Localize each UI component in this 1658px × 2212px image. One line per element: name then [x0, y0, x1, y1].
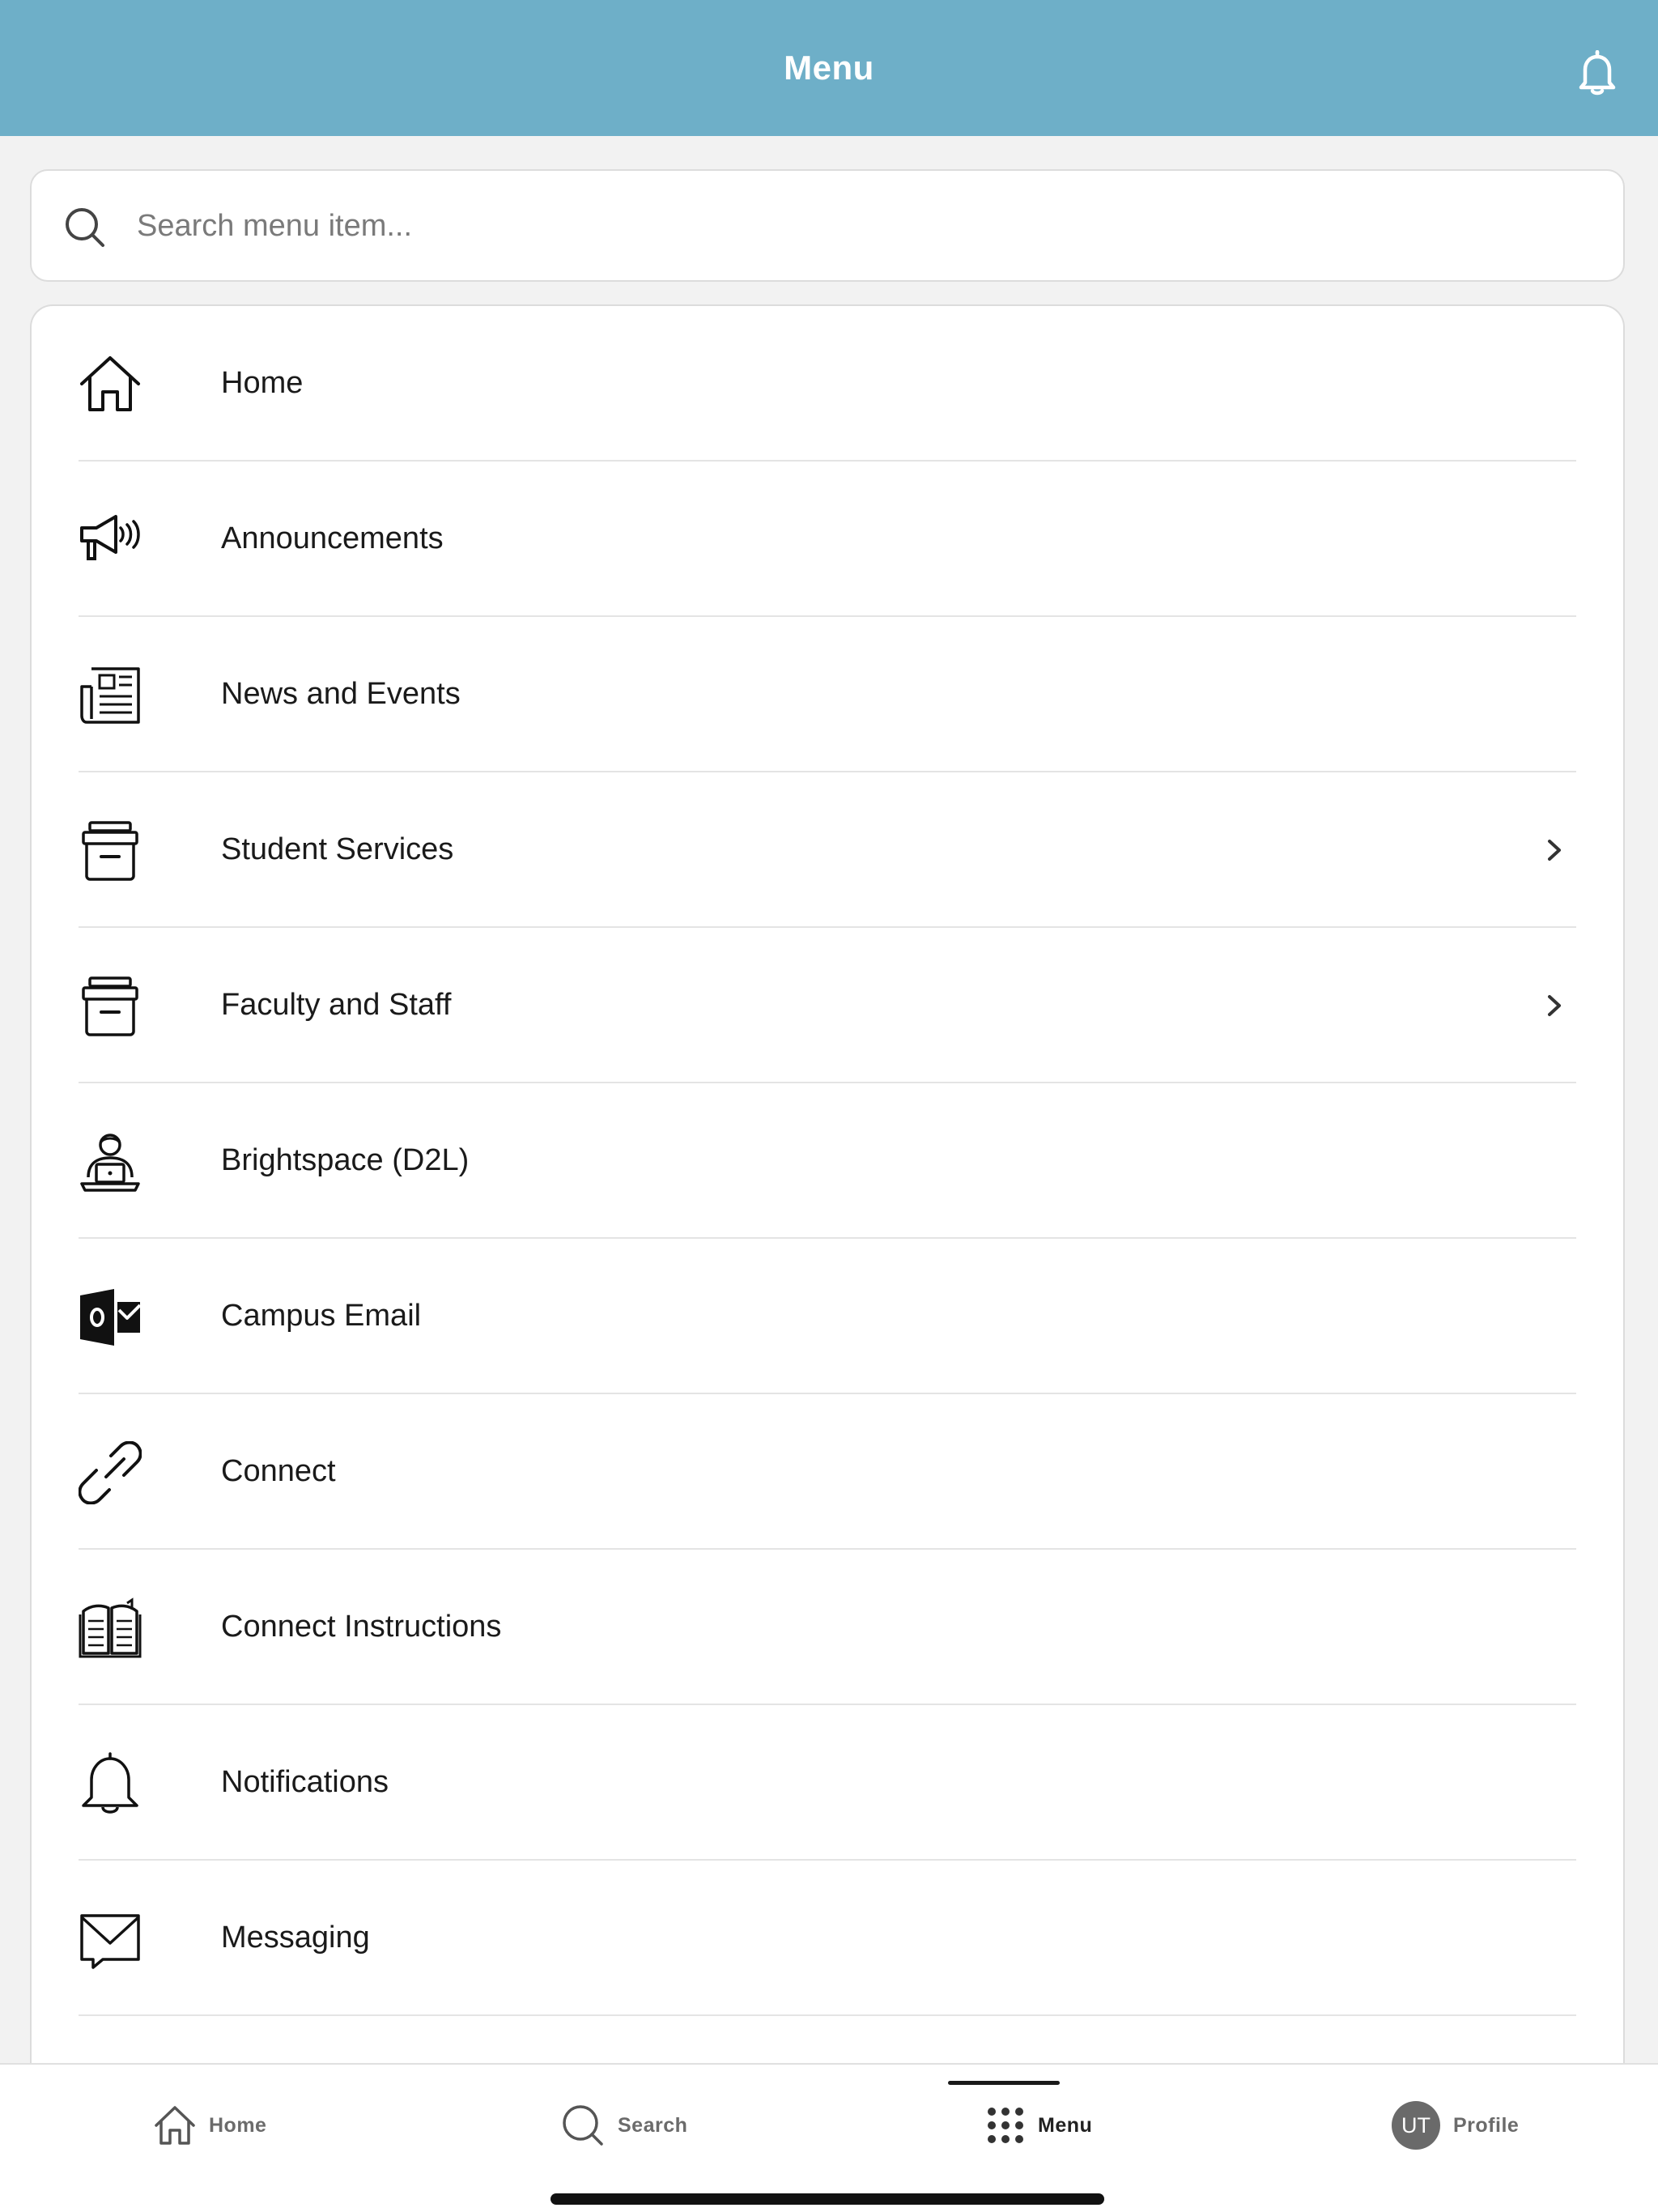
- tab-menu[interactable]: Menu: [986, 2097, 1092, 2154]
- tab-home[interactable]: Home: [154, 2097, 266, 2154]
- newspaper-icon: [80, 667, 140, 724]
- menu-item-connect-instructions[interactable]: Connect Instructions: [79, 1550, 1576, 1705]
- menu-item-label: Brightspace (D2L): [221, 1143, 470, 1177]
- home-indicator: [551, 2193, 1104, 2205]
- menu-item-news-events[interactable]: News and Events: [79, 617, 1576, 772]
- megaphone-icon: [80, 515, 140, 560]
- menu-item-label: Home: [221, 366, 304, 400]
- grid-dots-icon: [988, 2108, 1023, 2143]
- menu-item-campus-email[interactable]: Campus Email: [79, 1239, 1576, 1394]
- menu-item-student-services[interactable]: Student Services: [79, 772, 1576, 928]
- menu-list: Home Announcements News and Events Stude…: [30, 304, 1625, 2086]
- menu-item-label: News and Events: [221, 677, 461, 711]
- page-title: Menu: [784, 49, 874, 87]
- archive-box-icon: [82, 821, 138, 881]
- tab-label: Profile: [1453, 2113, 1520, 2137]
- bell-icon[interactable]: [1577, 50, 1618, 96]
- chevron-right-icon: [1548, 995, 1561, 1016]
- menu-item-label: Announcements: [221, 521, 444, 555]
- menu-item-announcements[interactable]: Announcements: [79, 462, 1576, 617]
- menu-item-label: Connect Instructions: [221, 1610, 502, 1644]
- student-laptop-icon: [80, 1134, 140, 1192]
- search-bar: [30, 169, 1625, 282]
- menu-item-label: Messaging: [221, 1921, 370, 1955]
- menu-item-brightspace[interactable]: Brightspace (D2L): [79, 1083, 1576, 1239]
- menu-item-connect[interactable]: Connect: [79, 1394, 1576, 1550]
- home-icon: [80, 356, 140, 411]
- open-book-icon: [79, 1597, 142, 1658]
- header-bar: Menu: [0, 0, 1658, 136]
- menu-item-label: Student Services: [221, 832, 454, 866]
- menu-item-notifications[interactable]: Notifications: [79, 1705, 1576, 1861]
- menu-item-label: Notifications: [221, 1765, 389, 1799]
- chevron-right-icon: [1548, 840, 1561, 861]
- active-tab-indicator: [948, 2081, 1060, 2085]
- menu-item-label: Campus Email: [221, 1299, 422, 1333]
- search-icon: [563, 2105, 603, 2146]
- tab-search[interactable]: Search: [561, 2097, 687, 2154]
- outlook-icon: [80, 1289, 142, 1346]
- tab-label: Search: [618, 2113, 688, 2137]
- tab-label: Home: [209, 2113, 267, 2137]
- avatar: UT: [1392, 2101, 1440, 2150]
- search-input[interactable]: [137, 195, 1578, 257]
- menu-item-label: Connect: [221, 1454, 336, 1488]
- archive-box-icon: [82, 976, 138, 1036]
- link-icon: [79, 1441, 142, 1504]
- envelope-icon: [80, 1914, 140, 1969]
- tab-bar: Home Search Menu UT Profile: [0, 2063, 1658, 2212]
- bell-icon: [82, 1752, 138, 1814]
- menu-item-home[interactable]: Home: [79, 306, 1576, 462]
- menu-item-messaging[interactable]: Messaging: [79, 1861, 1576, 2016]
- tab-label: Menu: [1038, 2113, 1093, 2137]
- menu-item-faculty-staff[interactable]: Faculty and Staff: [79, 928, 1576, 1083]
- tab-profile[interactable]: UT Profile: [1392, 2097, 1519, 2154]
- search-icon: [66, 208, 104, 247]
- menu-item-label: Faculty and Staff: [221, 988, 452, 1022]
- home-icon: [155, 2106, 195, 2145]
